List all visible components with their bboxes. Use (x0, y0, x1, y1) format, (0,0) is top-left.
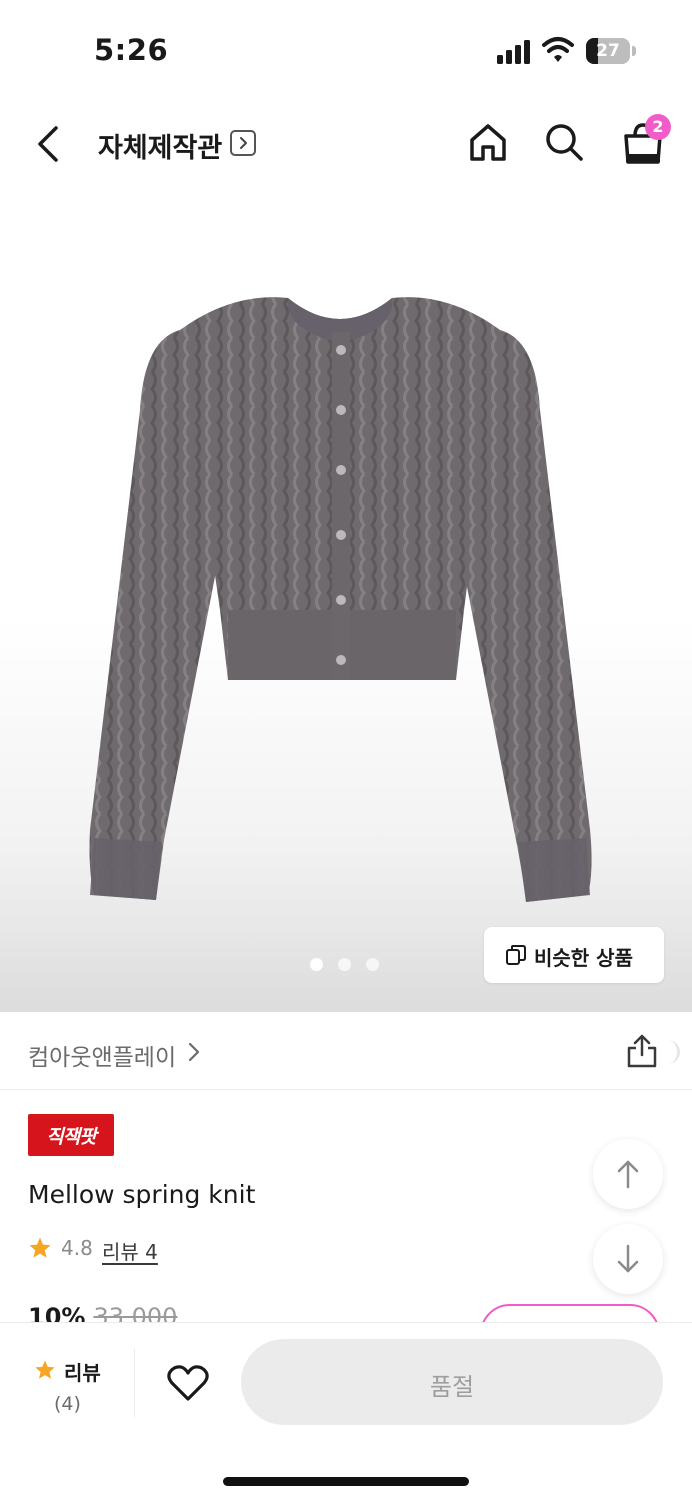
top-navigation: 자체제작관 (0, 100, 692, 190)
review-link[interactable]: 리뷰 4 (102, 1236, 158, 1265)
sold-out-button[interactable]: 품절 (241, 1339, 663, 1425)
heart-icon[interactable] (166, 1363, 210, 1403)
page-title[interactable]: 자체제작관 (98, 126, 222, 165)
star-icon (29, 1237, 51, 1258)
cart-count-badge: 2 (645, 114, 671, 140)
product-image-gallery[interactable]: 비슷한 상품 (0, 190, 692, 1012)
review-tab-count: (4) (54, 1393, 81, 1415)
promo-badge-label: 직잭팟 (46, 1126, 96, 1148)
back-icon[interactable] (28, 120, 72, 168)
battery-icon: 27 (586, 38, 636, 64)
share-icon[interactable] (626, 1034, 658, 1068)
page-dot (366, 958, 379, 971)
page-dot (338, 958, 351, 971)
side-handle (668, 1040, 680, 1064)
star-icon (35, 1360, 55, 1379)
scroll-up-button[interactable] (593, 1139, 663, 1209)
rating-value: 4.8 (61, 1236, 93, 1260)
wifi-icon (542, 37, 574, 62)
scroll-down-button[interactable] (593, 1224, 663, 1294)
sold-out-label: 품절 (429, 1373, 475, 1401)
home-icon[interactable] (466, 120, 510, 164)
status-bar: 5:26 27 (0, 0, 692, 100)
chevron-right-icon (188, 1042, 200, 1062)
brand-row[interactable]: 컴아웃앤플레이 (0, 1012, 692, 1090)
bottom-action-bar: 리뷰 (4) 품절 (0, 1322, 692, 1500)
rating-row: 4.8 리뷰 4 (28, 1234, 328, 1264)
brand-name[interactable]: 컴아웃앤플레이 (28, 1038, 176, 1072)
promo-badge: 직잭팟 (28, 1114, 114, 1156)
review-tab-label: 리뷰 (64, 1361, 101, 1385)
search-icon[interactable] (542, 120, 586, 164)
signal-icon (497, 40, 530, 64)
gallery-page-indicator (310, 958, 390, 972)
battery-level: 27 (596, 41, 620, 61)
review-tab-button[interactable]: 리뷰 (4) (28, 1353, 108, 1423)
home-indicator[interactable] (223, 1477, 469, 1486)
arrow-down-icon (617, 1244, 639, 1273)
product-name: Mellow spring knit (28, 1180, 256, 1209)
divider (134, 1349, 135, 1417)
status-time: 5:26 (94, 33, 169, 67)
copy-icon (506, 945, 526, 965)
similar-products-button[interactable]: 비슷한 상품 (484, 927, 664, 983)
arrow-up-icon (617, 1160, 639, 1189)
chevron-right-icon[interactable] (230, 130, 256, 156)
product-photo (89, 297, 592, 902)
page-dot (310, 958, 323, 971)
similar-products-label: 비슷한 상품 (534, 946, 633, 970)
